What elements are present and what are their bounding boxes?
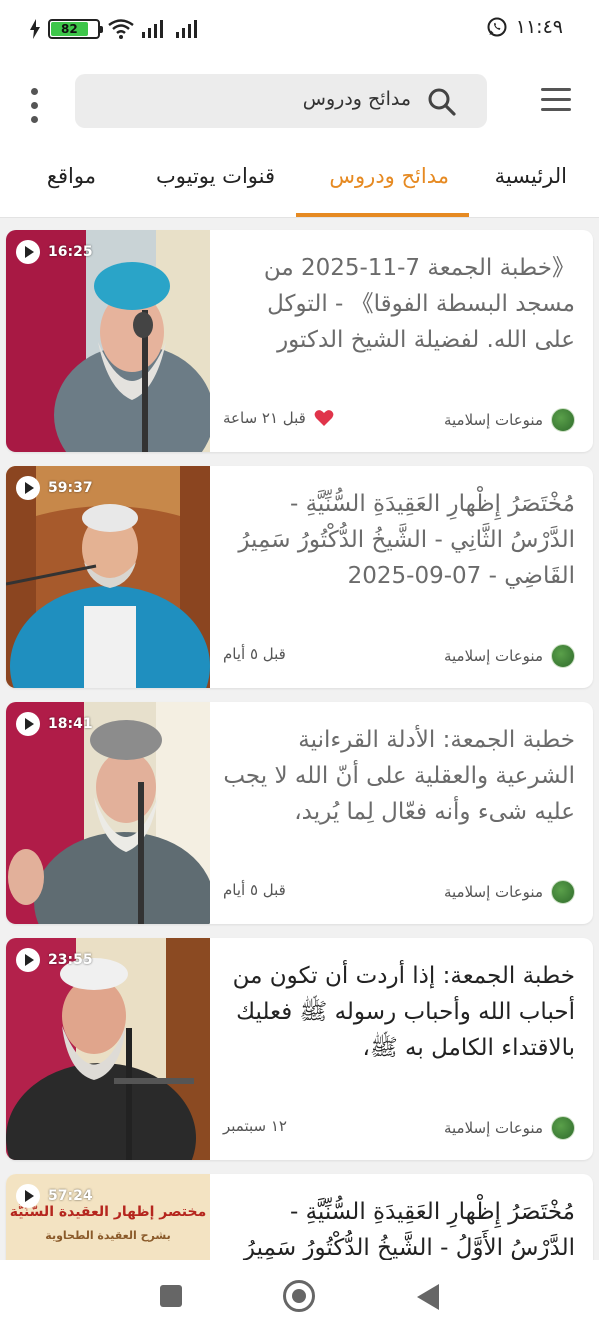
recents-icon[interactable] bbox=[160, 1285, 182, 1307]
heart-icon[interactable] bbox=[314, 409, 334, 427]
play-icon bbox=[16, 948, 40, 972]
duration-badge: 23:55 bbox=[16, 948, 93, 972]
upload-time: ١٢ سبتمبر bbox=[223, 1117, 287, 1135]
tab-youtube-channels[interactable]: قنوات يوتيوب bbox=[156, 164, 275, 188]
whatsapp-icon bbox=[487, 17, 507, 37]
channel-logo bbox=[551, 1116, 575, 1140]
tab-websites[interactable]: مواقع bbox=[47, 164, 96, 188]
video-title[interactable]: 《خطبة الجمعة 7-11-2025 من مسجد البسطة ال… bbox=[223, 250, 575, 358]
video-meta: منوعات إسلامية ١٢ سبتمبر bbox=[223, 1116, 575, 1142]
video-thumbnail[interactable]: 59:37 bbox=[6, 466, 210, 688]
channel-name: منوعات إسلامية bbox=[443, 883, 543, 901]
video-thumbnail[interactable]: 18:41 bbox=[6, 702, 210, 924]
tab-praises-lessons[interactable]: مدائح ودروس bbox=[329, 164, 449, 188]
video-card[interactable]: 18:41 خطبة الجمعة: الأدلة القرءانية الشر… bbox=[6, 702, 593, 924]
video-duration: 23:55 bbox=[48, 952, 93, 968]
video-card[interactable]: 23:55 خطبة الجمعة: إذا أردت أن تكون من أ… bbox=[6, 938, 593, 1160]
search-text: مدائح ودروس bbox=[302, 88, 411, 110]
video-duration: 57:24 bbox=[48, 1188, 93, 1204]
video-thumbnail[interactable]: 16:25 bbox=[6, 230, 210, 452]
app-bar: مدائح ودروس bbox=[0, 58, 599, 154]
tab-indicator bbox=[296, 213, 469, 217]
video-duration: 18:41 bbox=[48, 716, 93, 732]
time-info: قبل ٢١ ساعة bbox=[223, 409, 334, 427]
video-duration: 59:37 bbox=[48, 480, 93, 496]
time-info: ١٢ سبتمبر bbox=[223, 1117, 287, 1135]
duration-badge: 59:37 bbox=[16, 476, 93, 500]
channel-logo bbox=[551, 644, 575, 668]
video-card[interactable]: 16:25 《خطبة الجمعة 7-11-2025 من مسجد الب… bbox=[6, 230, 593, 452]
duration-badge: 57:24 bbox=[16, 1184, 93, 1208]
video-title[interactable]: مُخْتَصَرُ إِظْهارِ العَقِيدَةِ السُّنِّ… bbox=[223, 1194, 575, 1260]
video-list[interactable]: 16:25 《خطبة الجمعة 7-11-2025 من مسجد الب… bbox=[0, 218, 599, 1260]
play-icon bbox=[16, 476, 40, 500]
channel-logo bbox=[551, 880, 575, 904]
home-icon[interactable] bbox=[283, 1280, 315, 1312]
menu-icon[interactable] bbox=[541, 88, 571, 112]
tab-bar: الرئيسية مدائح ودروس قنوات يوتيوب مواقع bbox=[0, 154, 599, 218]
video-duration: 16:25 bbox=[48, 244, 93, 260]
video-title[interactable]: خطبة الجمعة: إذا أردت أن تكون من أحباب ا… bbox=[223, 958, 575, 1066]
video-meta: منوعات إسلامية قبل ٢١ ساعة bbox=[223, 408, 575, 434]
status-bar: 82 ١١:٤٩ bbox=[0, 0, 599, 58]
status-right: ١١:٤٩ bbox=[486, 16, 563, 38]
wifi-icon bbox=[108, 19, 134, 39]
charging-icon bbox=[30, 19, 40, 39]
time-info: قبل ٥ أيام bbox=[223, 881, 286, 899]
play-icon bbox=[16, 240, 40, 264]
video-meta: منوعات إسلامية قبل ٥ أيام bbox=[223, 880, 575, 906]
signal-icon bbox=[142, 20, 163, 38]
video-title[interactable]: خطبة الجمعة: الأدلة القرءانية الشرعية وا… bbox=[223, 722, 575, 830]
duration-badge: 18:41 bbox=[16, 712, 93, 736]
back-icon[interactable] bbox=[417, 1284, 439, 1310]
video-thumbnail[interactable]: 23:55 bbox=[6, 938, 210, 1160]
channel-info[interactable]: منوعات إسلامية bbox=[444, 644, 575, 668]
channel-info[interactable]: منوعات إسلامية bbox=[444, 408, 575, 432]
battery-icon: 82 bbox=[48, 19, 103, 39]
search-input[interactable]: مدائح ودروس bbox=[75, 74, 487, 128]
channel-info[interactable]: منوعات إسلامية bbox=[444, 880, 575, 904]
channel-name: منوعات إسلامية bbox=[443, 1119, 543, 1137]
video-meta: منوعات إسلامية قبل ٥ أيام bbox=[223, 644, 575, 670]
system-nav-bar bbox=[0, 1260, 599, 1333]
play-icon bbox=[16, 712, 40, 736]
upload-time: قبل ٢١ ساعة bbox=[223, 409, 306, 427]
tab-home[interactable]: الرئيسية bbox=[495, 164, 567, 188]
upload-time: قبل ٥ أيام bbox=[223, 881, 286, 899]
clock: ١١:٤٩ bbox=[515, 16, 563, 38]
channel-logo bbox=[551, 408, 575, 432]
search-icon[interactable] bbox=[427, 87, 457, 117]
video-title[interactable]: مُخْتَصَرُ إِظْهارِ العَقِيدَةِ السُّنِّ… bbox=[223, 486, 575, 594]
video-card[interactable]: 59:37 مُخْتَصَرُ إِظْهارِ العَقِيدَةِ ال… bbox=[6, 466, 593, 688]
duration-badge: 16:25 bbox=[16, 240, 93, 264]
play-icon bbox=[16, 1184, 40, 1208]
upload-time: قبل ٥ أيام bbox=[223, 645, 286, 663]
time-info: قبل ٥ أيام bbox=[223, 645, 286, 663]
video-thumbnail[interactable]: مختصر إظهار العقيدة السُّنِّيَّة بشرح ال… bbox=[6, 1174, 210, 1260]
channel-name: منوعات إسلامية bbox=[443, 647, 543, 665]
channel-info[interactable]: منوعات إسلامية bbox=[444, 1116, 575, 1140]
channel-name: منوعات إسلامية bbox=[443, 411, 543, 429]
status-icons: 82 bbox=[30, 17, 202, 41]
signal-icon bbox=[176, 20, 197, 38]
battery-level: 82 bbox=[51, 22, 88, 36]
video-card[interactable]: مختصر إظهار العقيدة السُّنِّيَّة بشرح ال… bbox=[6, 1174, 593, 1260]
more-vert-icon[interactable] bbox=[24, 86, 46, 126]
